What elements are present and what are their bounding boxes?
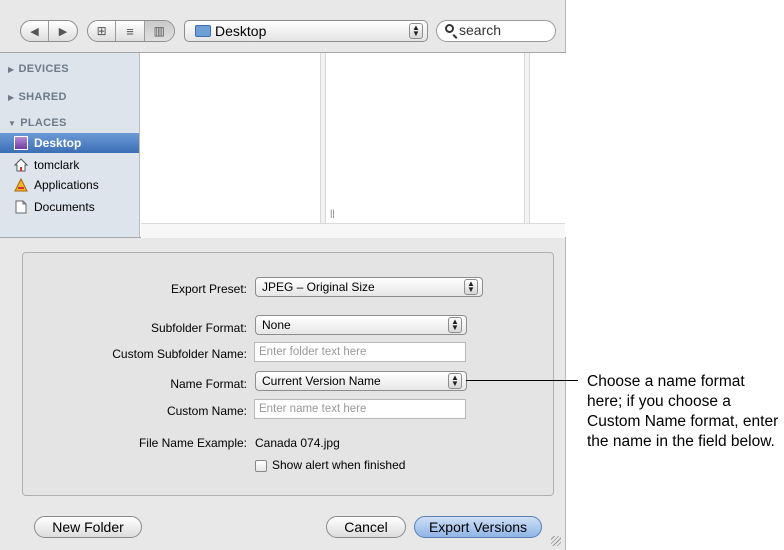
- sidebar-section-shared[interactable]: ▶ SHARED: [8, 91, 67, 103]
- resize-grip-icon[interactable]: [551, 536, 561, 546]
- custom-name-label: Custom Name:: [166, 404, 247, 418]
- toolbar: ◀ ▶ ⊞ ≡ ▥ Desktop ▲ ▼ search: [0, 0, 566, 52]
- search-placeholder: search: [459, 22, 502, 38]
- disclosure-triangle-open-icon: ▼: [8, 119, 17, 128]
- export-preset-value: JPEG – Original Size: [262, 280, 375, 294]
- callout-text: Choose a name format here; if you choose…: [587, 373, 779, 450]
- disclosure-triangle-icon: ▶: [8, 65, 15, 74]
- sidebar-item-label: Desktop: [34, 136, 82, 150]
- back-button[interactable]: ◀: [21, 21, 50, 41]
- custom-subfolder-field[interactable]: Enter folder text here: [254, 342, 466, 362]
- sidebar-item-tomclark[interactable]: tomclark: [0, 155, 139, 175]
- custom-name-field[interactable]: Enter name text here: [254, 399, 466, 419]
- sidebar-section-places[interactable]: ▼ PLACES: [8, 117, 67, 129]
- folder-icon: [195, 25, 211, 37]
- list-view-button[interactable]: ≡: [116, 21, 145, 41]
- desktop-icon: [14, 136, 28, 150]
- column-view-icon: ▥: [153, 24, 165, 38]
- icon-view-button[interactable]: ⊞: [88, 21, 117, 41]
- forward-button[interactable]: ▶: [49, 21, 77, 41]
- sidebar-item-label: Documents: [34, 200, 95, 214]
- export-preset-popup[interactable]: JPEG – Original Size ▲ ▼: [255, 277, 483, 297]
- subfolder-format-popup[interactable]: None ▲ ▼: [255, 315, 467, 335]
- updown-arrows-icon: ▲ ▼: [448, 373, 462, 389]
- sidebar-item-label: tomclark: [34, 158, 80, 172]
- column-view-button[interactable]: ▥: [144, 21, 174, 41]
- export-dialog: ◀ ▶ ⊞ ≡ ▥ Desktop ▲ ▼ search ▶ DEVICES ▶…: [0, 0, 566, 550]
- view-mode-control: ⊞ ≡ ▥: [87, 20, 175, 42]
- file-browser: ▶ DEVICES ▶ SHARED ▼ PLACES Desktop tomclar…: [0, 52, 566, 238]
- documents-icon: [14, 200, 28, 214]
- disclosure-triangle-icon: ▶: [8, 93, 15, 102]
- location-popup[interactable]: Desktop ▲ ▼: [184, 20, 428, 42]
- search-icon: [445, 24, 454, 33]
- sidebar-section-devices[interactable]: ▶ DEVICES: [8, 63, 69, 75]
- triangle-right-icon: ▶: [58, 25, 68, 38]
- back-forward-control: ◀ ▶: [20, 20, 78, 42]
- sidebar-item-label: Applications: [34, 178, 99, 192]
- subfolder-format-value: None: [262, 318, 291, 332]
- home-icon: [13, 158, 29, 172]
- sidebar-item-desktop[interactable]: Desktop: [0, 133, 139, 153]
- export-options-panel: Export Preset: JPEG – Original Size ▲ ▼ S…: [22, 252, 554, 496]
- custom-subfolder-label: Custom Subfolder Name:: [112, 347, 247, 361]
- sidebar-item-documents[interactable]: Documents: [0, 197, 139, 217]
- applications-icon: [14, 177, 28, 192]
- location-label: Desktop: [215, 23, 267, 39]
- show-alert-checkbox[interactable]: [255, 460, 267, 472]
- name-format-popup[interactable]: Current Version Name ▲ ▼: [255, 371, 467, 391]
- show-alert-label[interactable]: Show alert when finished: [272, 458, 405, 472]
- file-name-example-label: File Name Example:: [138, 436, 247, 450]
- custom-name-placeholder: Enter name text here: [259, 403, 367, 415]
- name-format-value: Current Version Name: [262, 374, 381, 388]
- icon-view-icon: ⊞: [96, 24, 107, 38]
- name-format-label: Name Format:: [170, 377, 247, 391]
- export-versions-button[interactable]: Export Versions: [414, 516, 542, 538]
- export-preset-label: Export Preset:: [170, 282, 247, 296]
- custom-subfolder-placeholder: Enter folder text here: [259, 346, 367, 358]
- callout-line: [466, 380, 578, 381]
- sidebar-item-applications[interactable]: Applications: [0, 175, 139, 195]
- file-name-example-value: Canada 074.jpg: [255, 436, 340, 450]
- list-view-icon: ≡: [126, 23, 134, 39]
- search-field[interactable]: search: [436, 20, 556, 42]
- horizontal-scrollbar[interactable]: [141, 223, 565, 238]
- updown-arrows-icon: ▲ ▼: [448, 317, 462, 333]
- cancel-button[interactable]: Cancel: [326, 516, 406, 538]
- column-divider[interactable]: [524, 53, 530, 237]
- triangle-left-icon: ◀: [30, 25, 39, 38]
- subfolder-format-label: Subfolder Format:: [150, 321, 247, 335]
- new-folder-button[interactable]: New Folder: [34, 516, 142, 538]
- column-divider[interactable]: [320, 53, 326, 237]
- column-resize-grip-icon[interactable]: ||: [330, 208, 335, 218]
- updown-arrows-icon: ▲ ▼: [464, 279, 478, 295]
- sidebar: ▶ DEVICES ▶ SHARED ▼ PLACES Desktop tomclar…: [0, 53, 140, 237]
- updown-arrows-icon: ▲ ▼: [409, 23, 423, 39]
